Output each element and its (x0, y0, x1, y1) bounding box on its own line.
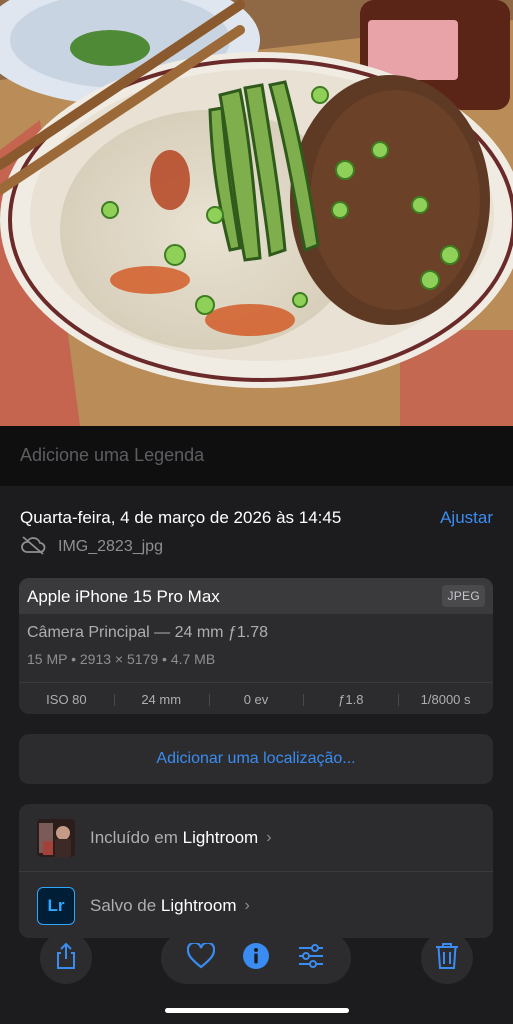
exif-aperture: ƒ1.8 (303, 692, 398, 707)
saved-from-lightroom-row[interactable]: Lr Salvo de Lightroom › (19, 872, 493, 938)
image-specs: 15 MP • 2913 × 5179 • 4.7 MB (27, 651, 216, 667)
delete-button[interactable] (421, 932, 473, 984)
home-indicator[interactable] (165, 1008, 349, 1013)
exif-row: ISO 80 24 mm 0 ev ƒ1.8 1/8000 s (19, 682, 493, 714)
adjust-sliders-icon[interactable] (297, 943, 325, 974)
share-button[interactable] (40, 932, 92, 984)
included-in-label: Incluído em Lightroom (90, 827, 259, 847)
format-badge: JPEG (442, 585, 485, 607)
included-app-name: Lightroom (182, 827, 259, 847)
album-thumbnail (37, 818, 75, 857)
links-card: Incluído em Lightroom › Lr Salvo de Ligh… (19, 804, 493, 938)
filename-row: IMG_2823_jpg (20, 535, 163, 560)
saved-from-label: Salvo de Lightroom (90, 895, 237, 915)
device-name: Apple iPhone 15 Pro Max (27, 587, 220, 606)
device-header: Apple iPhone 15 Pro Max JPEG (19, 578, 493, 614)
heart-icon[interactable] (186, 941, 215, 974)
share-icon (53, 942, 79, 975)
action-pill (161, 932, 351, 984)
bottom-toolbar (0, 930, 513, 986)
exif-exposure-bias: 0 ev (208, 692, 304, 707)
photo[interactable] (0, 0, 513, 426)
device-card: Apple iPhone 15 Pro Max JPEG Câmera Prin… (19, 578, 493, 714)
chevron-right-icon: › (266, 828, 272, 846)
saved-app-name: Lightroom (160, 895, 237, 915)
photo-date: Quarta-feira, 4 de março de 2026 às 14:4… (20, 508, 342, 527)
caption-bar[interactable]: Adicione uma Legenda (0, 426, 513, 486)
exif-shutter-speed: 1/8000 s (398, 692, 493, 707)
add-location-button[interactable]: Adicionar uma localização... (19, 734, 493, 784)
filename: IMG_2823_jpg (58, 538, 163, 555)
food-photo-image (0, 0, 513, 426)
trash-icon (435, 942, 459, 975)
lightroom-logo: Lr (37, 886, 75, 925)
chevron-right-icon: › (244, 896, 250, 914)
cloud-off-icon (20, 535, 46, 560)
exif-focal-length: 24 mm (113, 692, 209, 707)
caption-input[interactable]: Adicione uma Legenda (20, 445, 204, 466)
lens-info: Câmera Principal — 24 mm ƒ1.78 (27, 624, 268, 641)
included-in-lightroom-row[interactable]: Incluído em Lightroom › (19, 804, 493, 872)
info-icon[interactable] (242, 942, 270, 975)
adjust-button[interactable]: Ajustar (440, 508, 493, 528)
exif-iso: ISO 80 (46, 691, 87, 707)
